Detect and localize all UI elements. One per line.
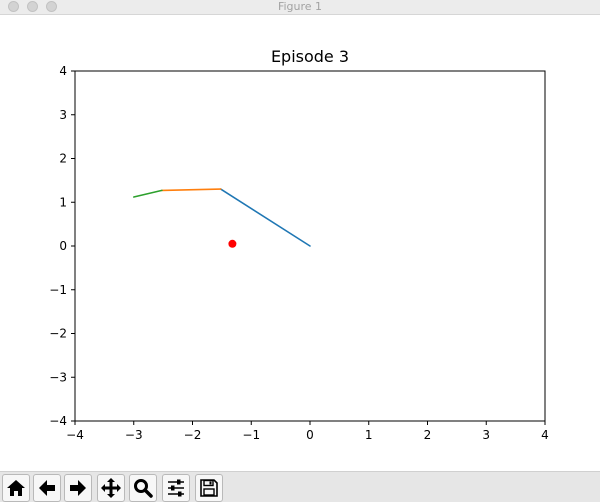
save-button[interactable] (195, 474, 223, 502)
sliders-icon (168, 479, 184, 497)
forward-button[interactable] (64, 474, 92, 502)
x-tick-label: 0 (306, 428, 314, 442)
y-tick-label: 2 (59, 152, 67, 166)
window-titlebar: Figure 1 (0, 0, 600, 15)
series-line-3 (133, 189, 163, 198)
points-layer (228, 239, 237, 248)
zoom-button[interactable] (129, 474, 157, 502)
back-button[interactable] (33, 474, 61, 502)
chart-canvas[interactable]: Episode 3 −4 −3 −2 −1 0 1 2 3 4 −4 −3 −2 −1 0 1 2 3 4 (0, 15, 600, 471)
floppy-disk-icon (200, 479, 218, 497)
x-tick-label: 1 (365, 428, 373, 442)
x-tick-label: −2 (184, 428, 202, 442)
y-tick-label: −4 (49, 414, 67, 428)
ticks-layer: −4 −3 −2 −1 0 1 2 3 4 −4 −3 −2 −1 0 1 2 3 4 (49, 64, 549, 442)
y-tick-label: 0 (59, 239, 67, 253)
move-icon (101, 478, 121, 498)
x-tick-label: 4 (541, 428, 549, 442)
series-line-2 (161, 188, 222, 192)
window-title: Figure 1 (277, 0, 323, 13)
magnifier-icon (134, 479, 153, 498)
x-tick-label: 3 (482, 428, 490, 442)
configure-subplots-button[interactable] (162, 474, 190, 502)
y-tick-label: −2 (49, 327, 67, 341)
series-layer (133, 188, 311, 247)
x-tick-label: −1 (242, 428, 260, 442)
arrow-right-icon (70, 480, 86, 496)
pan-button[interactable] (97, 474, 125, 502)
x-tick-label: 2 (424, 428, 432, 442)
home-icon (7, 480, 25, 496)
arrow-left-icon (39, 480, 55, 496)
chart-title: Episode 3 (271, 47, 349, 66)
navigation-toolbar (0, 471, 600, 502)
x-tick-label: −3 (125, 428, 143, 442)
y-tick-label: −1 (49, 283, 67, 297)
data-point-1 (228, 239, 237, 248)
home-button[interactable] (2, 474, 30, 502)
y-tick-label: 4 (59, 64, 67, 78)
y-tick-label: 3 (59, 108, 67, 122)
y-tick-label: 1 (59, 195, 67, 209)
series-line-1 (219, 188, 311, 247)
y-tick-label: −3 (49, 370, 67, 384)
x-tick-label: −4 (66, 428, 84, 442)
